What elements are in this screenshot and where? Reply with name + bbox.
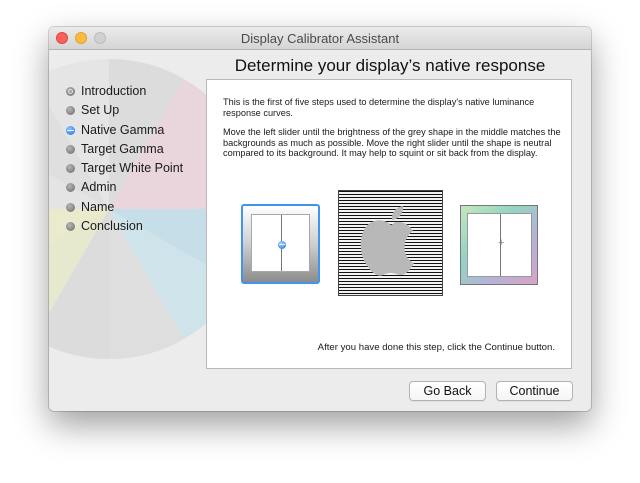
go-back-button[interactable]: Go Back	[409, 381, 486, 401]
step-label: Name	[81, 199, 115, 214]
brightness-slider-area[interactable]	[251, 214, 310, 272]
step-current-icon	[66, 125, 75, 135]
step-label: Admin	[81, 180, 117, 195]
assistant-window: Display Calibrator Assistant Introductio…	[49, 27, 591, 411]
step-label: Set Up	[81, 103, 120, 118]
content-pane: This is the first of five steps used to …	[206, 79, 572, 369]
window-title: Display Calibrator Assistant	[240, 31, 400, 46]
step-label: Target Gamma	[81, 141, 164, 156]
step-bullet-icon	[66, 164, 75, 174]
intro-paragraph: This is the first of five steps used to …	[223, 97, 535, 118]
step-set-up: Set Up	[65, 101, 183, 120]
step-label: Introduction	[81, 84, 147, 98]
step-label: Conclusion	[81, 219, 143, 234]
page-title: Determine your display’s native response	[234, 56, 546, 75]
step-bullet-icon	[66, 222, 75, 232]
step-bullet-icon	[66, 144, 75, 154]
step-target-white-point: Target White Point	[65, 159, 183, 178]
step-bullet-icon	[66, 106, 75, 116]
tint-slider-panel[interactable]: +	[460, 205, 538, 285]
step-introduction: Introduction	[65, 82, 183, 101]
steps-sidebar: Introduction Set Up Native Gamma Target …	[65, 82, 183, 236]
slider-knob-icon[interactable]	[278, 241, 286, 249]
brightness-slider-panel[interactable]	[241, 204, 320, 284]
step-bullet-icon	[66, 202, 75, 212]
step-label: Target White Point	[81, 161, 184, 176]
step-done-icon	[66, 87, 75, 96]
instructions-paragraph: Move the left slider until the brightnes…	[223, 127, 561, 159]
step-bullet-icon	[66, 183, 75, 193]
step-native-gamma: Native Gamma	[65, 121, 183, 140]
crosshair-icon[interactable]: +	[498, 238, 504, 249]
step-conclusion: Conclusion	[65, 217, 183, 236]
continue-button[interactable]: Continue	[496, 381, 573, 401]
continue-instruction: After you have done this step, click the…	[317, 342, 555, 353]
tint-slider-area[interactable]: +	[467, 213, 532, 277]
step-label: Native Gamma	[81, 122, 165, 137]
apple-logo-icon	[360, 206, 414, 276]
step-target-gamma: Target Gamma	[65, 140, 183, 159]
step-name: Name	[65, 198, 183, 217]
title-bar[interactable]: Display Calibrator Assistant	[49, 27, 591, 50]
gamma-test-pattern	[338, 190, 443, 296]
step-admin: Admin	[65, 178, 183, 197]
